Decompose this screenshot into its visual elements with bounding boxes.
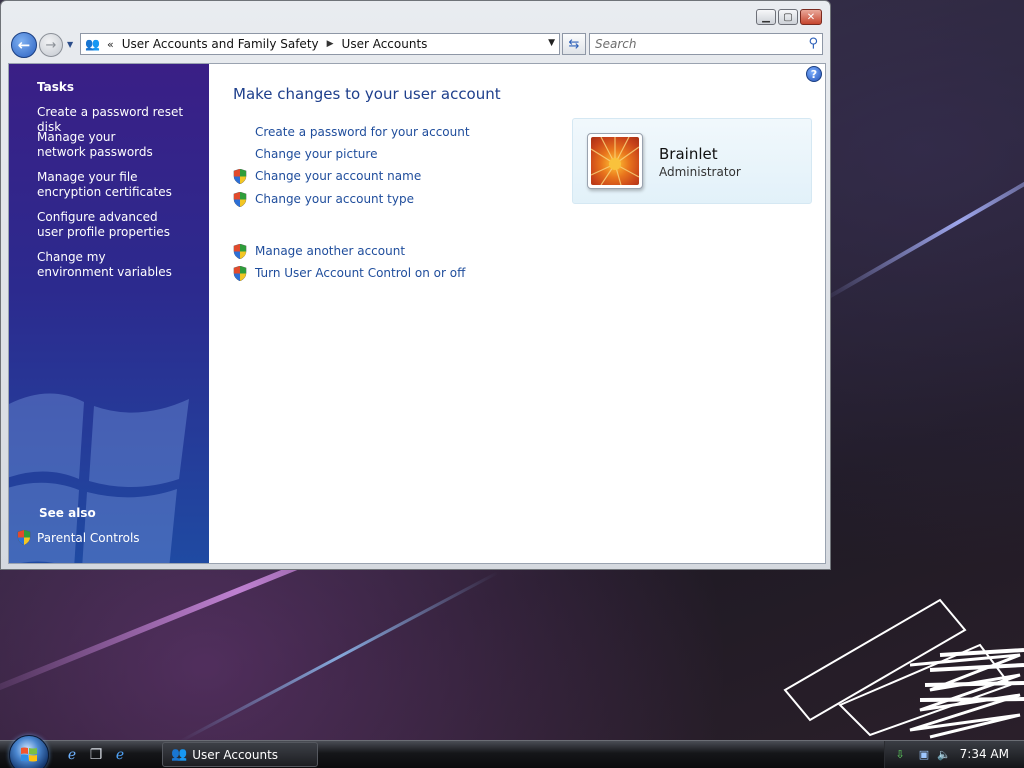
volume-muted-icon[interactable]: 🔈 <box>937 747 951 761</box>
avatar[interactable] <box>587 133 643 189</box>
taskbar-item-label: User Accounts <box>192 747 279 762</box>
quick-launch-switch-windows-icon[interactable]: ❐ <box>87 746 105 764</box>
back-arrow-icon: ← <box>17 36 31 54</box>
search-icon[interactable]: ⚲ <box>808 36 818 51</box>
link-change-account-type[interactable]: Change your account type <box>255 192 414 206</box>
taskbar-item-user-accounts[interactable]: 👥 User Accounts <box>162 742 318 767</box>
address-dropdown-icon[interactable]: ▼ <box>548 38 555 48</box>
uac-shield-icon <box>17 530 31 545</box>
refresh-button[interactable]: ⇆ <box>562 33 586 55</box>
link-change-account-name[interactable]: Change your account name <box>255 169 421 183</box>
user-role: Administrator <box>659 165 741 179</box>
window-controls: ▁ ▢ ✕ <box>756 9 822 25</box>
user-accounts-window: ▁ ▢ ✕ ← → ▼ 👥 « User Accounts and Family… <box>0 0 831 570</box>
back-button[interactable]: ← <box>11 32 37 58</box>
control-panel-users-icon: 👥 <box>85 37 100 51</box>
forward-arrow-icon: → <box>45 37 57 53</box>
search-placeholder: Search <box>595 37 637 51</box>
recent-pages-dropdown[interactable]: ▼ <box>67 40 73 49</box>
task-manage-encryption-certificates[interactable]: Manage your file encryption certificates <box>37 170 197 200</box>
link-manage-another-account[interactable]: Manage another account <box>255 244 405 258</box>
user-account-card: Brainlet Administrator <box>572 118 812 204</box>
breadcrumb-separator-icon[interactable]: ▶ <box>327 39 334 49</box>
windows-flag-icon <box>21 747 37 762</box>
uac-shield-icon <box>233 266 247 281</box>
uac-shield-icon <box>233 169 247 184</box>
task-pane: Tasks Create a password reset disk Manag… <box>9 64 209 563</box>
uac-shield-icon <box>233 192 247 207</box>
start-button[interactable] <box>9 735 49 768</box>
link-change-picture[interactable]: Change your picture <box>255 147 377 161</box>
taskbar: ℯ ❐ ℯ 👥 User Accounts ⇩ ▣ 🔈 7:34 AM <box>0 735 1024 768</box>
wallpaper-streak <box>819 140 1024 304</box>
task-configure-profile-properties[interactable]: Configure advanced user profile properti… <box>37 210 177 240</box>
minimize-button[interactable]: ▁ <box>756 9 776 25</box>
user-accounts-icon: 👥 <box>171 747 188 762</box>
task-manage-network-passwords[interactable]: Manage your network passwords <box>37 130 167 160</box>
task-change-environment-variables[interactable]: Change my environment variables <box>37 250 177 280</box>
flower-picture-icon <box>591 137 639 185</box>
content-area: Tasks Create a password reset disk Manag… <box>8 63 826 564</box>
network-icon[interactable]: ▣ <box>917 747 931 761</box>
link-create-password[interactable]: Create a password for your account <box>255 125 470 139</box>
refresh-icon: ⇆ <box>568 36 580 52</box>
main-pane: ? Make changes to your user account Crea… <box>209 64 825 563</box>
clock[interactable]: 7:34 AM <box>960 747 1009 761</box>
see-also-heading: See also <box>39 506 96 520</box>
quick-launch-browser-icon[interactable]: ℯ <box>111 746 129 764</box>
breadcrumb-family-safety[interactable]: User Accounts and Family Safety <box>122 37 319 51</box>
search-input[interactable]: Search ⚲ <box>589 33 823 55</box>
close-button[interactable]: ✕ <box>800 9 822 25</box>
safely-remove-hardware-icon[interactable]: ⇩ <box>893 747 907 761</box>
parental-controls-link[interactable]: Parental Controls <box>17 530 140 545</box>
maximize-button[interactable]: ▢ <box>778 9 798 25</box>
desktop-scribble <box>783 598 1024 739</box>
breadcrumb-user-accounts[interactable]: User Accounts <box>342 37 428 51</box>
tasks-heading: Tasks <box>37 80 75 94</box>
forward-button[interactable]: → <box>39 33 63 57</box>
address-bar[interactable]: 👥 « User Accounts and Family Safety ▶ Us… <box>80 33 560 55</box>
page-title: Make changes to your user account <box>233 85 501 103</box>
address-overflow-chevron[interactable]: « <box>107 38 114 51</box>
system-tray: ⇩ ▣ 🔈 7:34 AM <box>884 741 1024 768</box>
parental-controls-label: Parental Controls <box>37 530 140 545</box>
uac-shield-icon <box>233 244 247 259</box>
user-name: Brainlet <box>659 145 718 163</box>
navigation-bar: ← → ▼ 👥 « User Accounts and Family Safet… <box>9 31 823 59</box>
link-turn-uac-on-off[interactable]: Turn User Account Control on or off <box>255 266 465 280</box>
quick-launch-ie-icon[interactable]: ℯ <box>63 746 81 764</box>
help-icon[interactable]: ? <box>806 66 822 82</box>
